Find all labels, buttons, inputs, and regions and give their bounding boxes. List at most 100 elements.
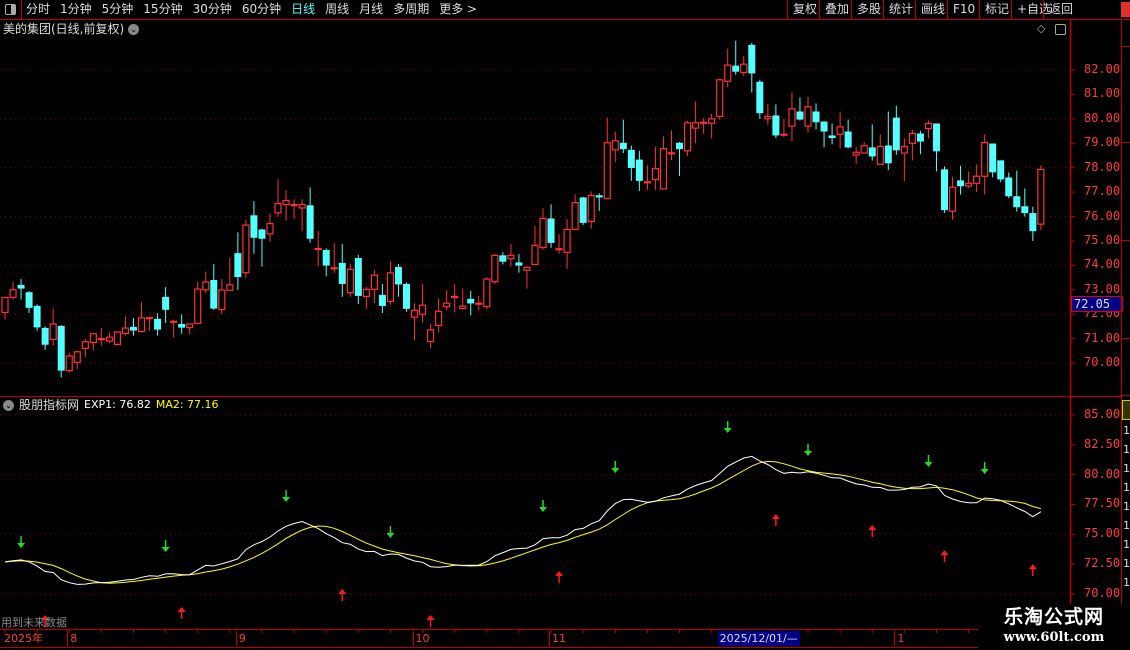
candle-body <box>9 289 17 298</box>
candle <box>467 291 475 316</box>
period-tab[interactable]: 1分钟 <box>60 0 92 19</box>
side-tab[interactable] <box>1122 339 1130 396</box>
chevron-down-icon[interactable]: ⌄ <box>3 399 14 411</box>
candle <box>105 332 113 344</box>
period-tab[interactable]: 分时 <box>26 0 50 19</box>
toolbar-button[interactable]: 标记 <box>979 0 1011 19</box>
candle-body <box>957 180 965 187</box>
panel-toggle-icon[interactable] <box>1055 24 1066 35</box>
candle-body <box>202 281 210 291</box>
side-tab[interactable] <box>1122 20 1130 47</box>
candle-body <box>250 215 258 238</box>
side-tab[interactable] <box>1122 143 1130 241</box>
candle <box>981 134 989 195</box>
candle-body <box>282 200 290 206</box>
candle-body <box>226 284 234 291</box>
candle-body <box>587 194 595 223</box>
side-value: 1 <box>1123 576 1130 589</box>
candle-body <box>145 317 154 320</box>
candle <box>394 263 402 297</box>
time-label: 2025年 <box>4 632 43 645</box>
toolbar-button[interactable]: +自选 <box>1011 0 1051 19</box>
candle-body <box>547 218 555 243</box>
candle-body <box>499 255 507 262</box>
candle-body <box>676 142 684 150</box>
candle-body <box>651 168 660 181</box>
candle-body <box>691 122 700 129</box>
period-tab[interactable]: 日线 <box>291 0 315 19</box>
candle-body <box>611 140 619 151</box>
candle-body <box>643 181 652 184</box>
candle-body <box>210 280 218 309</box>
candle <box>282 190 290 221</box>
candle-body <box>362 288 370 297</box>
side-tab[interactable] <box>1122 241 1130 339</box>
panel-toggle-button[interactable] <box>0 0 22 19</box>
candle <box>250 201 258 254</box>
arrow-part <box>338 588 347 594</box>
candle <box>555 234 563 254</box>
candle-body <box>876 145 884 165</box>
buy-arrow-icon <box>771 514 780 527</box>
candle-body <box>314 247 322 251</box>
candle-body <box>603 142 611 200</box>
candle <box>539 208 547 250</box>
candle-body <box>258 229 266 239</box>
candle <box>844 119 852 149</box>
candle-body <box>475 302 483 305</box>
candle-body <box>756 81 764 114</box>
period-tab[interactable]: 5分钟 <box>102 0 134 19</box>
candle-body <box>563 228 571 254</box>
period-tab[interactable]: 30分钟 <box>193 0 232 19</box>
chart-canvas[interactable] <box>0 0 1130 650</box>
candle <box>57 325 65 378</box>
candle <box>41 326 49 350</box>
sell-arrow-icon <box>723 421 732 434</box>
candle-body <box>740 63 748 74</box>
candle <box>820 121 828 148</box>
candle <box>876 134 884 165</box>
candle-body <box>708 118 716 124</box>
toolbar-button[interactable]: 画线 <box>915 0 947 19</box>
toolbar-button[interactable]: 复权 <box>787 0 819 19</box>
period-tab[interactable]: 多周期 <box>393 0 429 19</box>
time-label: 10 <box>412 631 430 646</box>
cursor-price-label: 72.05 <box>1071 296 1123 312</box>
chart-title-bar: 美的集团(日线,前复权) ⌄ <box>3 21 140 37</box>
candle <box>804 96 812 133</box>
indicator-name[interactable]: 股朋指标网 <box>19 398 79 412</box>
candle <box>957 165 965 195</box>
toolbar-button[interactable]: 返回 <box>1043 0 1076 19</box>
candle <box>796 97 804 121</box>
period-tab[interactable]: 更多 > <box>439 0 477 19</box>
toolbar-button[interactable]: 统计 <box>883 0 915 19</box>
period-tab[interactable]: 月线 <box>359 0 383 19</box>
candle-body <box>186 323 194 329</box>
candle <box>515 254 523 273</box>
candle <box>475 295 483 311</box>
chevron-down-icon[interactable]: ⌄ <box>128 23 140 35</box>
price-tick-label: 73.00 <box>1084 281 1121 296</box>
candle <box>788 92 796 142</box>
candle-body <box>49 323 57 340</box>
arrow-part <box>426 614 435 620</box>
arrow-part <box>177 606 186 612</box>
candle-body <box>1013 196 1021 208</box>
period-tab[interactable]: 周线 <box>325 0 349 19</box>
candle <box>1037 165 1045 231</box>
candle-body <box>764 115 772 120</box>
candle-body <box>234 253 242 278</box>
period-tab[interactable]: 60分钟 <box>242 0 281 19</box>
period-tab[interactable]: 15分钟 <box>143 0 182 19</box>
toolbar-button[interactable]: 多股 <box>851 0 883 19</box>
candle <box>667 130 676 161</box>
toolbar-button[interactable]: F10 <box>947 0 979 19</box>
diamond-icon[interactable]: ◇ <box>1037 22 1045 35</box>
candle-body <box>113 331 122 346</box>
candle <box>756 79 764 119</box>
side-tab[interactable] <box>1122 47 1130 143</box>
toolbar-button[interactable]: 叠加 <box>819 0 851 19</box>
side-tab-selected[interactable] <box>1122 400 1130 420</box>
candle <box>611 131 619 163</box>
candle-body <box>796 111 804 120</box>
